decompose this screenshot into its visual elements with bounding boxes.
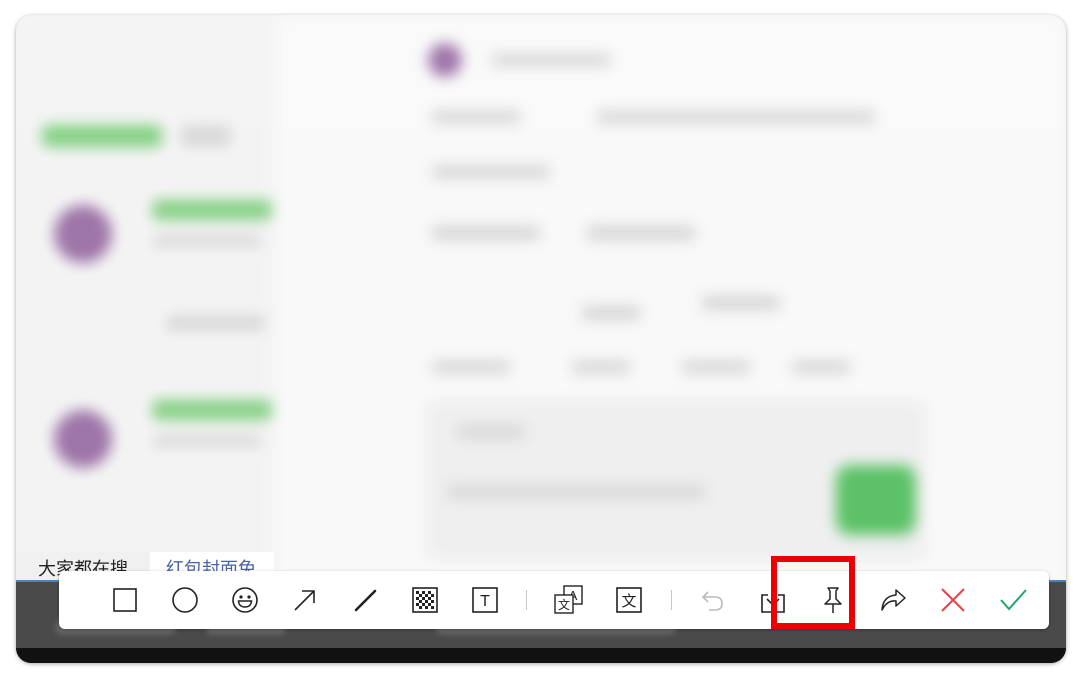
screenshot-toolbar: T A 文 文 bbox=[59, 571, 1049, 629]
translate-glyph-b: 文 bbox=[558, 597, 570, 612]
close-icon bbox=[941, 588, 965, 612]
toolbar-separator bbox=[526, 590, 527, 610]
arrow-icon bbox=[294, 590, 315, 611]
mosaic-tool-button[interactable] bbox=[405, 580, 445, 620]
text-tool-button[interactable]: T bbox=[465, 580, 505, 620]
ellipse-icon bbox=[172, 587, 198, 613]
pen-tool-button[interactable] bbox=[345, 580, 385, 620]
translate-tool-button[interactable]: A 文 bbox=[549, 580, 589, 620]
blurred-background bbox=[16, 15, 1066, 595]
pen-icon bbox=[354, 589, 377, 612]
translate-icon: A 文 bbox=[554, 585, 583, 614]
emoji-icon bbox=[232, 587, 258, 613]
rectangle-icon bbox=[113, 588, 137, 612]
blurred-chat-list bbox=[16, 15, 272, 595]
text-icon: T bbox=[472, 587, 498, 613]
toolbar-separator bbox=[671, 590, 672, 610]
confirm-button[interactable] bbox=[993, 580, 1033, 620]
emoji-tool-button[interactable] bbox=[225, 580, 265, 620]
arrow-tool-button[interactable] bbox=[285, 580, 325, 620]
check-icon bbox=[1000, 589, 1027, 611]
undo-icon bbox=[701, 591, 723, 611]
share-button[interactable] bbox=[873, 580, 913, 620]
blurred-chat-content bbox=[276, 15, 1066, 595]
undo-button[interactable] bbox=[693, 580, 733, 620]
bottom-dark-edge bbox=[16, 648, 1066, 663]
text-tool-glyph: T bbox=[480, 593, 490, 610]
cancel-button[interactable] bbox=[933, 580, 973, 620]
mosaic-icon bbox=[412, 587, 438, 613]
pin-button-highlight bbox=[771, 556, 855, 629]
rectangle-tool-button[interactable] bbox=[105, 580, 145, 620]
extract-text-glyph: 文 bbox=[621, 592, 636, 610]
extract-text-icon: 文 bbox=[616, 587, 642, 613]
share-icon bbox=[881, 589, 906, 611]
extract-text-tool-button[interactable]: 文 bbox=[609, 580, 649, 620]
ellipse-tool-button[interactable] bbox=[165, 580, 205, 620]
screenshot-frame: 大家都在搜 红包封面免 bbox=[16, 15, 1066, 663]
